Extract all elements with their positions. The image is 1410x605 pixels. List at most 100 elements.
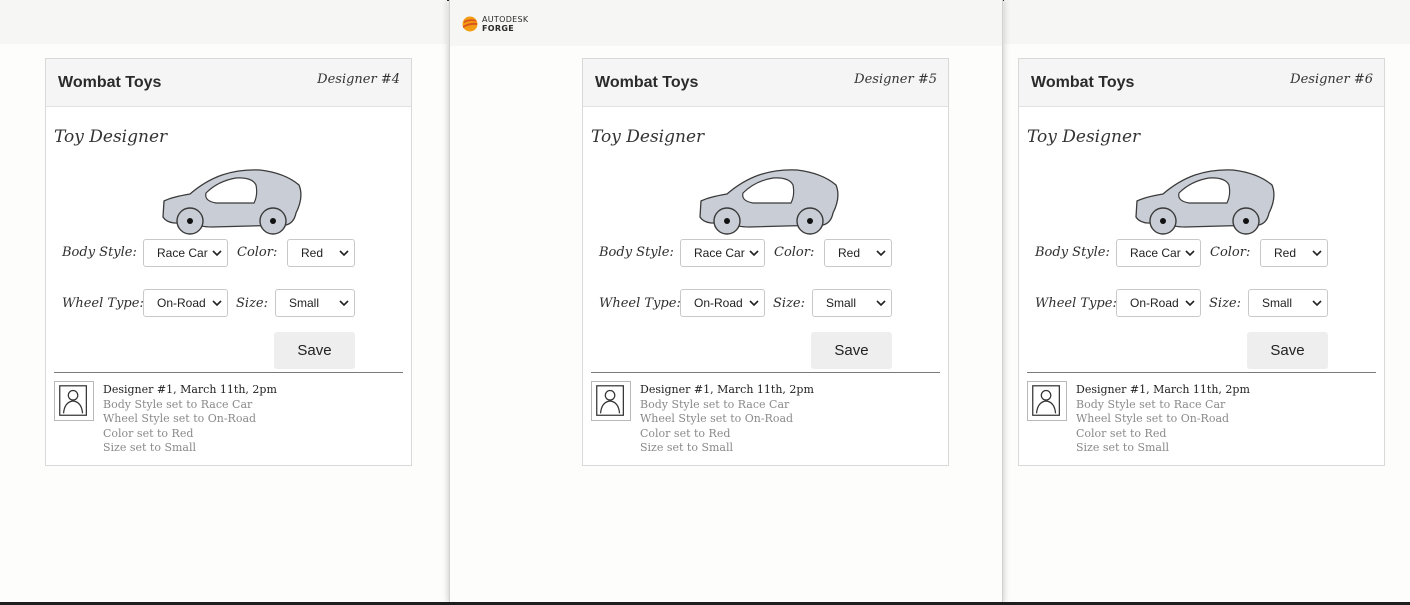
chevron-down-icon bbox=[749, 250, 759, 257]
history-header: Designer #1, March 11th, 2pm bbox=[640, 383, 814, 396]
color-value: Red bbox=[301, 246, 324, 260]
history-entry: Color set to Red bbox=[640, 426, 731, 440]
size-label: Size: bbox=[773, 296, 805, 311]
size-value: Small bbox=[826, 296, 857, 310]
designer-label: Designer #5 bbox=[854, 72, 937, 87]
brand-name: Wombat Toys bbox=[58, 74, 162, 91]
chevron-down-icon bbox=[339, 300, 349, 307]
chevron-down-icon bbox=[1185, 250, 1195, 257]
history-entry: Body Style set to Race Car bbox=[640, 397, 790, 411]
wheel-type-value: On-Road bbox=[694, 296, 743, 310]
body-style-value: Race Car bbox=[157, 246, 208, 260]
body-style-select[interactable]: Race Car bbox=[1116, 239, 1201, 267]
history-entry: Wheel Style set to On-Road bbox=[1076, 412, 1230, 426]
color-select[interactable]: Red bbox=[1260, 239, 1328, 267]
color-value: Red bbox=[1274, 246, 1297, 260]
wheel-type-value: On-Road bbox=[1130, 296, 1179, 310]
toy-designer-title: Toy Designer bbox=[54, 127, 168, 147]
user-avatar-icon bbox=[591, 381, 631, 421]
size-select[interactable]: Small bbox=[1248, 289, 1328, 317]
race-car-icon bbox=[699, 169, 839, 235]
chevron-down-icon bbox=[749, 300, 759, 307]
toy-designer-panel: Wombat Toys Designer #4 Toy Designer Bod… bbox=[45, 58, 412, 466]
body-style-select[interactable]: Race Car bbox=[680, 239, 765, 267]
change-history: Designer #1, March 11th, 2pm Body Style … bbox=[103, 383, 277, 456]
race-car-icon bbox=[1135, 169, 1275, 235]
chevron-down-icon bbox=[1185, 300, 1195, 307]
brand-name: Wombat Toys bbox=[595, 74, 699, 91]
wheel-type-select[interactable]: On-Road bbox=[680, 289, 765, 317]
history-header: Designer #1, March 11th, 2pm bbox=[1076, 383, 1250, 396]
history-header: Designer #1, March 11th, 2pm bbox=[103, 383, 277, 396]
panel-header: Wombat Toys Designer #6 bbox=[1019, 59, 1384, 107]
history-entry: Color set to Red bbox=[1076, 426, 1167, 440]
color-label: Color: bbox=[1210, 245, 1251, 260]
panel-header: Wombat Toys Designer #5 bbox=[583, 59, 948, 107]
window-toolbar bbox=[1004, 0, 1410, 44]
body-style-value: Race Car bbox=[1130, 246, 1181, 260]
color-select[interactable]: Red bbox=[287, 239, 355, 267]
color-label: Color: bbox=[237, 245, 278, 260]
save-button[interactable]: Save bbox=[274, 332, 355, 369]
chevron-down-icon bbox=[1312, 300, 1322, 307]
chevron-down-icon bbox=[876, 250, 886, 257]
size-label: Size: bbox=[1209, 296, 1241, 311]
change-history: Designer #1, March 11th, 2pm Body Style … bbox=[640, 383, 814, 456]
chevron-down-icon bbox=[212, 250, 222, 257]
chevron-down-icon bbox=[876, 300, 886, 307]
color-value: Red bbox=[838, 246, 861, 260]
logo-line-1: AUTODESK bbox=[482, 15, 529, 24]
history-entry: Body Style set to Race Car bbox=[1076, 397, 1226, 411]
size-select[interactable]: Small bbox=[275, 289, 355, 317]
window-toolbar: AUTODESK FORGE bbox=[450, 0, 1002, 46]
window-toolbar bbox=[0, 0, 447, 44]
body-style-select[interactable]: Race Car bbox=[143, 239, 228, 267]
history-entry: Color set to Red bbox=[103, 426, 194, 440]
wheel-type-label: Wheel Type: bbox=[1035, 296, 1117, 311]
history-entry: Size set to Small bbox=[640, 441, 734, 455]
logo-line-2: FORGE bbox=[482, 24, 514, 33]
chevron-down-icon bbox=[339, 250, 349, 257]
brand-name: Wombat Toys bbox=[1031, 74, 1135, 91]
history-entry: Size set to Small bbox=[103, 441, 197, 455]
history-entry: Size set to Small bbox=[1076, 441, 1170, 455]
toy-designer-panel: Wombat Toys Designer #6 Toy Designer Bod… bbox=[1018, 58, 1385, 466]
color-select[interactable]: Red bbox=[824, 239, 892, 267]
wheel-type-value: On-Road bbox=[157, 296, 206, 310]
toy-designer-title: Toy Designer bbox=[1027, 127, 1141, 147]
body-style-label: Body Style: bbox=[1035, 245, 1110, 260]
chevron-down-icon bbox=[212, 300, 222, 307]
chevron-down-icon bbox=[1312, 250, 1322, 257]
wheel-type-select[interactable]: On-Road bbox=[143, 289, 228, 317]
race-car-icon bbox=[162, 169, 302, 235]
wheel-type-select[interactable]: On-Road bbox=[1116, 289, 1201, 317]
history-entry: Wheel Style set to On-Road bbox=[640, 412, 794, 426]
history-entry: Body Style set to Race Car bbox=[103, 397, 253, 411]
body-style-value: Race Car bbox=[694, 246, 745, 260]
wheel-type-label: Wheel Type: bbox=[62, 296, 144, 311]
history-divider bbox=[54, 372, 403, 373]
history-entry: Wheel Style set to On-Road bbox=[103, 412, 257, 426]
user-avatar-icon bbox=[1027, 381, 1067, 421]
panel-header: Wombat Toys Designer #4 bbox=[46, 59, 411, 107]
save-button[interactable]: Save bbox=[811, 332, 892, 369]
wheel-type-label: Wheel Type: bbox=[599, 296, 681, 311]
change-history: Designer #1, March 11th, 2pm Body Style … bbox=[1076, 383, 1250, 456]
designer-label: Designer #4 bbox=[317, 72, 400, 87]
body-style-label: Body Style: bbox=[62, 245, 137, 260]
autodesk-logo-icon bbox=[462, 16, 478, 32]
size-value: Small bbox=[1262, 296, 1293, 310]
save-button[interactable]: Save bbox=[1247, 332, 1328, 369]
body-style-label: Body Style: bbox=[599, 245, 674, 260]
history-divider bbox=[591, 372, 940, 373]
autodesk-forge-logo: AUTODESK FORGE bbox=[462, 15, 528, 33]
toy-designer-panel: Wombat Toys Designer #5 Toy Designer Bod… bbox=[582, 58, 949, 466]
color-label: Color: bbox=[774, 245, 815, 260]
designer-label: Designer #6 bbox=[1290, 72, 1373, 87]
size-select[interactable]: Small bbox=[812, 289, 892, 317]
toy-designer-title: Toy Designer bbox=[591, 127, 705, 147]
size-value: Small bbox=[289, 296, 320, 310]
history-divider bbox=[1027, 372, 1376, 373]
user-avatar-icon bbox=[54, 381, 94, 421]
size-label: Size: bbox=[236, 296, 268, 311]
